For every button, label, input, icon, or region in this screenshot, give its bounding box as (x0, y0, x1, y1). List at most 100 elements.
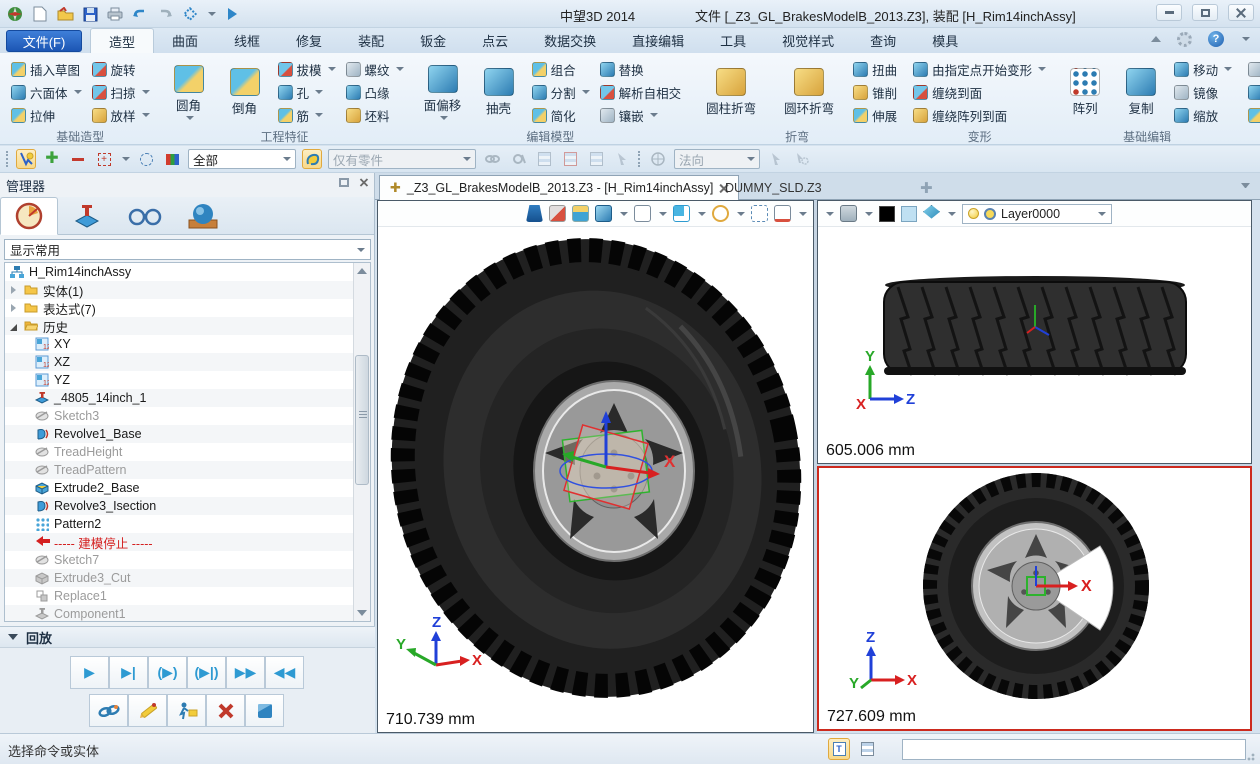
fillet-button[interactable]: 圆角 (163, 56, 215, 128)
new-file-button[interactable] (31, 5, 49, 23)
layer-manager-icon[interactable] (923, 205, 940, 222)
save-button[interactable] (81, 5, 99, 23)
prompt-mode-icon[interactable]: T (828, 738, 850, 760)
tree-row-treadheight[interactable]: TreadHeight (5, 443, 354, 461)
shell-button[interactable]: 抽壳 (473, 56, 525, 128)
tab-point-cloud[interactable]: 点云 (464, 28, 526, 53)
tab-visual-style[interactable]: 视觉样式 (764, 28, 852, 53)
tree-row-history-stop-marker[interactable]: ----- 建模停止 ----- (5, 533, 354, 551)
print-button[interactable] (106, 5, 124, 23)
command-input[interactable] (902, 739, 1246, 760)
block-button[interactable]: 六面体 (8, 82, 85, 103)
tab-shape[interactable]: 造型 (90, 28, 154, 53)
visual-manager-tab[interactable] (116, 197, 174, 235)
display-mode-combo[interactable]: 显示常用 (4, 239, 371, 260)
pick-last-icon[interactable] (302, 149, 322, 169)
scrollbar-thumb[interactable] (355, 355, 369, 485)
viewport-frame-icon[interactable] (751, 205, 768, 222)
filter-combo[interactable]: 全部 (188, 149, 296, 169)
replay-step-play-button[interactable]: (▶) (148, 656, 187, 689)
tab-mold[interactable]: 模具 (914, 28, 976, 53)
tree-row-sketch7[interactable]: Sketch7 (5, 551, 354, 569)
revolve-button[interactable]: 旋转 (89, 59, 153, 80)
replay-section-header[interactable]: 回放 (0, 626, 375, 648)
insert-sketch-button[interactable]: 插入草图 (8, 59, 85, 80)
view-layout-icon[interactable] (673, 205, 690, 222)
scale-button[interactable]: 缩放 (1171, 105, 1235, 126)
activate-part-icon[interactable] (572, 205, 589, 222)
link-icon[interactable] (482, 149, 502, 169)
twist-button[interactable]: 扭曲 (850, 59, 900, 80)
manager-close-icon[interactable] (359, 178, 367, 186)
history-manager-tab[interactable] (0, 197, 58, 235)
file-menu-button[interactable]: 文件(F) (6, 30, 82, 52)
undo-button[interactable] (131, 5, 149, 23)
tree-row-treadpattern[interactable]: TreadPattern (5, 461, 354, 479)
morph-from-point-button[interactable]: 由指定点开始变形 (910, 59, 1049, 80)
rib-button[interactable]: 筋 (275, 105, 339, 126)
output-log-icon[interactable] (856, 738, 878, 760)
tree-row-sketch3[interactable]: Sketch3 (5, 407, 354, 425)
scroll-down-icon[interactable] (357, 610, 367, 616)
copy-button[interactable]: 复制 (1115, 56, 1167, 128)
tab-surface[interactable]: 曲面 (154, 28, 216, 53)
loft-button[interactable]: 放样 (89, 105, 153, 126)
replay-play-to-end-button[interactable]: ▶| (109, 656, 148, 689)
redo-button[interactable] (156, 5, 174, 23)
add-box-select-icon[interactable]: + (94, 149, 114, 169)
main-3d-view-tire-model[interactable]: X Z X Y (378, 227, 813, 709)
toolbar-more-dropdown-icon[interactable] (826, 212, 834, 216)
tree-row-expressions[interactable]: 表达式(7) (5, 299, 354, 317)
color-filter-icon[interactable] (162, 149, 182, 169)
replay-step-play-stop-button[interactable]: (▶|) (187, 656, 226, 689)
drag-datum-plane-button[interactable]: 拖拽基准面 (1245, 82, 1260, 103)
replay-play-button[interactable]: ▶ (70, 656, 109, 689)
tab-assembly[interactable]: 装配 (340, 28, 402, 53)
stretch-button[interactable]: 伸展 (850, 105, 900, 126)
cursor-icon[interactable] (766, 149, 786, 169)
tree-row-revolve3[interactable]: Revolve3_Isection (5, 497, 354, 515)
csys-button[interactable]: 坐标 (1245, 105, 1260, 126)
tree-scrollbar[interactable] (353, 263, 370, 621)
extrude-button[interactable]: 拉伸 (8, 105, 85, 126)
view-layout-dropdown-icon[interactable] (698, 212, 706, 216)
stock-button[interactable]: 坯料 (343, 105, 407, 126)
list-filter3-icon[interactable] (586, 149, 606, 169)
hole-button[interactable]: 孔 (275, 82, 339, 103)
custom-command-button[interactable] (181, 5, 199, 23)
tree-row-yz-plane[interactable]: 12 YZ (5, 371, 354, 389)
close-button[interactable] (1228, 4, 1254, 21)
replace-button[interactable]: 替换 (597, 59, 685, 80)
shaded-display-icon[interactable] (595, 205, 612, 222)
measure-dropdown-icon[interactable] (799, 212, 807, 216)
tab-direct-edit[interactable]: 直接编辑 (614, 28, 702, 53)
highlight-color-swatch[interactable] (901, 206, 917, 222)
pick-filter-icon[interactable] (16, 149, 36, 169)
tab-wireframe[interactable]: 线框 (216, 28, 278, 53)
replay-cancel-button[interactable] (206, 694, 245, 727)
tab-tools[interactable]: 工具 (702, 28, 764, 53)
lasso-select-icon[interactable] (136, 149, 156, 169)
pick-arrow-icon[interactable] (612, 149, 632, 169)
wireframe-display-icon[interactable] (634, 205, 651, 222)
document-tab-dummy[interactable]: DUMMY_SLD.Z3 (715, 175, 832, 200)
wrap-pattern-to-face-button[interactable]: 缠绕阵列到面 (910, 105, 1049, 126)
datum-plane-button[interactable]: 基准面 (1245, 59, 1260, 80)
list-filter2-icon[interactable] (560, 149, 580, 169)
tree-row-pattern2[interactable]: Pattern2 (5, 515, 354, 533)
tree-row-replace1[interactable]: Replace1 (5, 587, 354, 605)
toroidal-bend-button[interactable]: 圆环折弯 (772, 56, 846, 128)
render-mode-icon[interactable] (840, 205, 857, 222)
face-offset-button[interactable]: 面偏移 (417, 56, 469, 128)
render-manager-tab[interactable] (174, 197, 232, 235)
divide-button[interactable]: 分割 (529, 82, 593, 103)
tab-repair[interactable]: 修复 (278, 28, 340, 53)
assembly-manager-tab[interactable] (58, 197, 116, 235)
tree-row-solids[interactable]: 实体(1) (5, 281, 354, 299)
mirror-button[interactable]: 镜像 (1171, 82, 1235, 103)
document-tab-active[interactable]: ✚ _Z3_GL_BrakesModelB_2013.Z3 - [H_Rim14… (379, 175, 739, 200)
eraser-icon[interactable] (549, 205, 566, 222)
taper-button[interactable]: 锥削 (850, 82, 900, 103)
expander-expanded-icon[interactable] (9, 321, 19, 331)
minimize-button[interactable] (1156, 4, 1182, 21)
